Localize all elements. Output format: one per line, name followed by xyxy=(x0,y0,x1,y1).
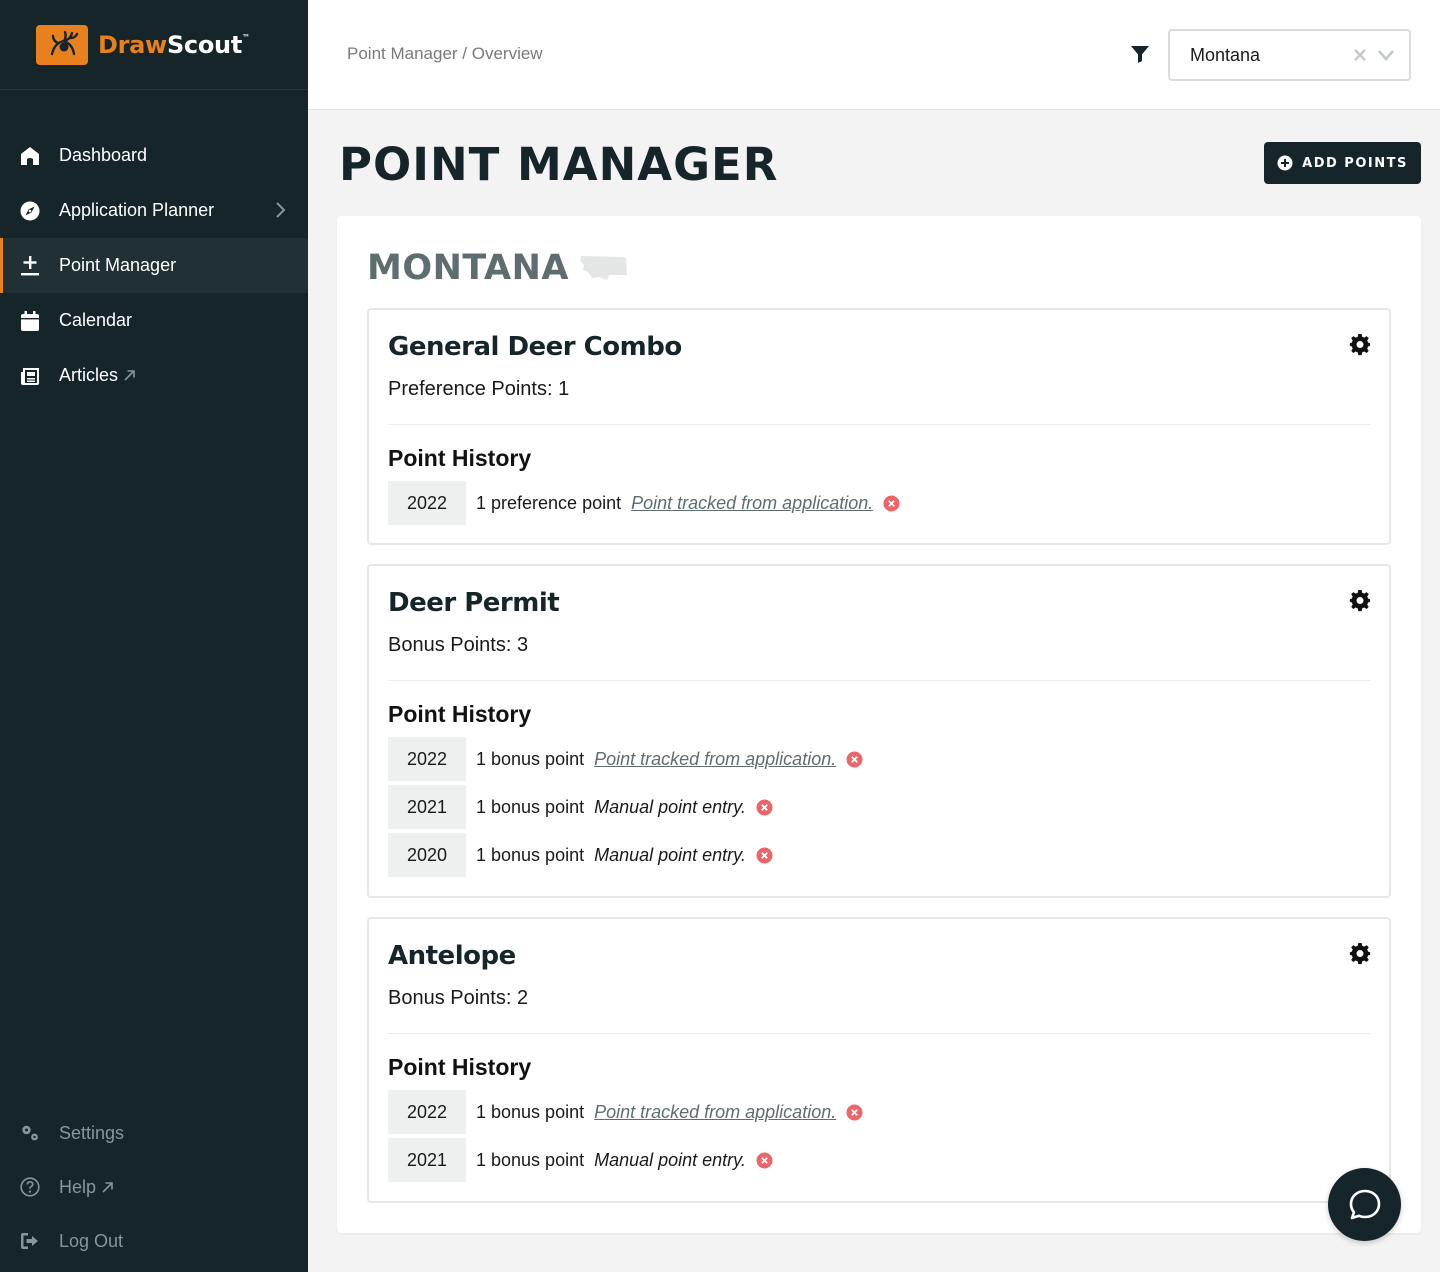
history-desc: 1 bonus point xyxy=(476,1149,585,1170)
history-row: 2022 1 bonus point Point tracked from ap… xyxy=(388,737,863,781)
divider xyxy=(388,424,1370,425)
nav-label: Settings xyxy=(59,1122,125,1143)
nav-item-settings[interactable]: Settings xyxy=(0,1106,308,1160)
nav-label: Point Manager xyxy=(59,255,177,275)
nav-item-calendar[interactable]: Calendar xyxy=(0,293,308,348)
history-desc: 1 bonus point xyxy=(476,796,585,817)
state-heading: MONTANA xyxy=(367,248,629,288)
history-desc: 1 bonus point xyxy=(476,748,585,769)
history-row: 2022 1 bonus point Point tracked from ap… xyxy=(388,1090,863,1134)
topbar: Point Manager / Overview Montana xyxy=(308,0,1440,110)
history-row: 2021 1 bonus point Manual point entry. xyxy=(388,1138,773,1182)
remove-entry-icon[interactable] xyxy=(756,847,773,864)
divider xyxy=(388,680,1370,681)
history-year: 2020 xyxy=(388,833,466,877)
history-desc: 1 bonus point xyxy=(476,844,585,865)
montana-shape-icon xyxy=(580,256,627,280)
species-name: Antelope xyxy=(388,941,516,971)
state-select[interactable]: Montana xyxy=(1168,29,1411,81)
chevron-down-icon[interactable] xyxy=(1377,48,1395,62)
nav-item-logout[interactable]: Log Out xyxy=(0,1214,308,1268)
add-points-label: ADD POINTS xyxy=(1302,155,1408,171)
nav-item-application-planner[interactable]: Application Planner xyxy=(0,183,308,238)
history-year: 2022 xyxy=(388,481,466,525)
chat-bubble-icon xyxy=(1349,1189,1380,1219)
application-link[interactable]: Point tracked from application. xyxy=(594,749,836,770)
nav-item-dashboard[interactable]: Dashboard xyxy=(0,128,308,183)
breadcrumb: Point Manager / Overview xyxy=(347,44,543,63)
history-note: Manual point entry. xyxy=(594,796,746,817)
history-desc: 1 bonus point xyxy=(476,1101,585,1122)
points-summary: Bonus Points: 3 xyxy=(388,634,529,656)
history-year: 2022 xyxy=(388,737,466,781)
logo-text: DrawScout™ xyxy=(98,30,250,59)
external-link-icon xyxy=(124,370,135,381)
history-year: 2021 xyxy=(388,785,466,829)
chevron-right-icon xyxy=(276,202,286,218)
points-summary: Bonus Points: 2 xyxy=(388,987,529,1009)
chat-launcher-button[interactable] xyxy=(1328,1168,1401,1241)
point-history-title: Point History xyxy=(388,445,532,471)
main-nav: Dashboard Application Planner Point Mana… xyxy=(0,128,308,403)
species-name: Deer Permit xyxy=(388,588,560,618)
history-desc: 1 preference point xyxy=(476,492,622,513)
species-name: General Deer Combo xyxy=(388,332,682,362)
clear-icon[interactable] xyxy=(1353,47,1367,63)
nav-label: Dashboard xyxy=(59,145,148,165)
divider xyxy=(388,1033,1370,1034)
plus-minus-icon xyxy=(20,255,40,276)
plus-circle-icon xyxy=(1277,155,1293,171)
nav-item-point-manager[interactable]: Point Manager xyxy=(0,238,308,293)
remove-entry-icon[interactable] xyxy=(846,1104,863,1121)
nav-label: Log Out xyxy=(59,1230,124,1251)
nav-label: Application Planner xyxy=(59,200,215,220)
page-title: POINT MANAGER xyxy=(339,138,779,191)
point-history-title: Point History xyxy=(388,701,532,727)
gear-icon[interactable] xyxy=(1349,943,1371,965)
species-card: General Deer Combo Preference Points: 1 … xyxy=(367,308,1391,545)
sidebar: DrawScout™ Dashboard Application Planner… xyxy=(0,0,308,1272)
compass-icon xyxy=(20,201,40,221)
add-points-button[interactable]: ADD POINTS xyxy=(1264,142,1421,184)
history-year: 2022 xyxy=(388,1090,466,1134)
point-history-title: Point History xyxy=(388,1054,532,1080)
points-summary: Preference Points: 1 xyxy=(388,378,570,400)
home-icon xyxy=(20,146,40,166)
newspaper-icon xyxy=(20,366,40,386)
history-note: Manual point entry. xyxy=(594,1149,746,1170)
history-year: 2021 xyxy=(388,1138,466,1182)
species-card: Antelope Bonus Points: 2 Point History 2… xyxy=(367,917,1391,1203)
application-link[interactable]: Point tracked from application. xyxy=(594,1102,836,1123)
state-name: MONTANA xyxy=(367,248,569,288)
filter-icon[interactable] xyxy=(1130,44,1150,64)
remove-entry-icon[interactable] xyxy=(756,1152,773,1169)
nav-item-help[interactable]: Help xyxy=(0,1160,308,1214)
gears-icon xyxy=(20,1123,40,1143)
remove-entry-icon[interactable] xyxy=(846,751,863,768)
gear-icon[interactable] xyxy=(1349,590,1371,612)
help-icon xyxy=(20,1177,40,1197)
nav-label: Help xyxy=(59,1176,97,1197)
history-note: Manual point entry. xyxy=(594,844,746,865)
external-link-icon xyxy=(102,1181,113,1193)
nav-label: Articles xyxy=(59,365,119,385)
species-card: Deer Permit Bonus Points: 3 Point Histor… xyxy=(367,564,1391,898)
state-points-panel: MONTANA General Deer Combo Preference Po… xyxy=(337,216,1421,1233)
remove-entry-icon[interactable] xyxy=(756,799,773,816)
logout-icon xyxy=(20,1231,40,1251)
logo[interactable]: DrawScout™ xyxy=(0,0,308,90)
history-row: 2021 1 bonus point Manual point entry. xyxy=(388,785,773,829)
nav-item-articles[interactable]: Articles xyxy=(0,348,308,403)
secondary-nav: Settings Help Log Out xyxy=(0,1106,308,1268)
history-row: 2020 1 bonus point Manual point entry. xyxy=(388,833,773,877)
calendar-icon xyxy=(20,310,40,331)
state-select-value: Montana xyxy=(1190,45,1261,65)
application-link[interactable]: Point tracked from application. xyxy=(631,493,873,514)
remove-entry-icon[interactable] xyxy=(883,495,900,512)
nav-label: Calendar xyxy=(59,310,133,330)
elk-logo-icon xyxy=(36,24,88,65)
gear-icon[interactable] xyxy=(1349,334,1371,356)
history-row: 2022 1 preference point Point tracked fr… xyxy=(388,481,900,525)
